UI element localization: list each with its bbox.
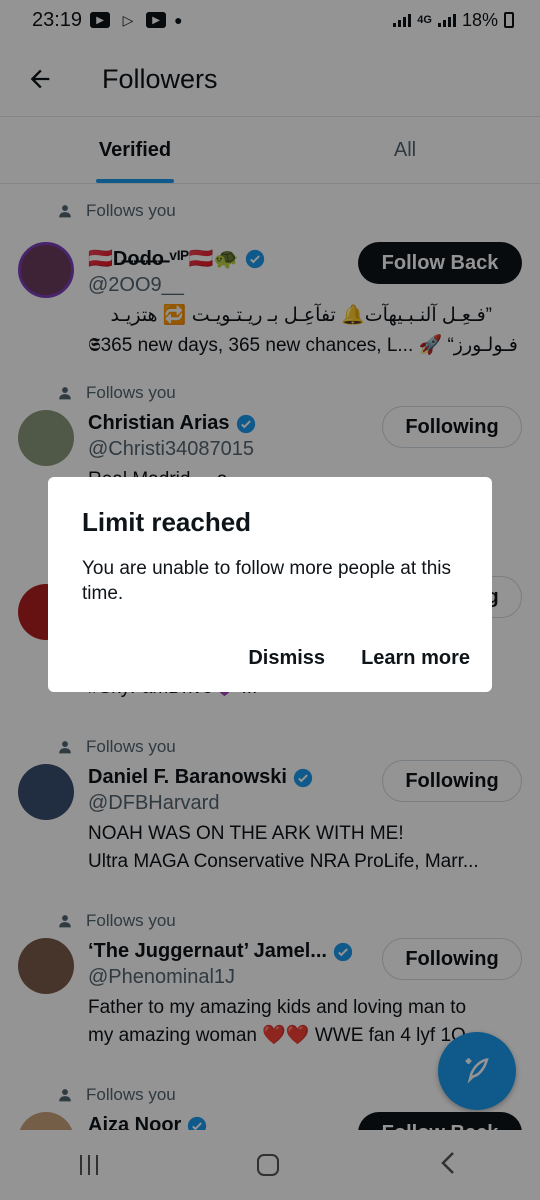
- limit-reached-dialog: Limit reached You are unable to follow m…: [48, 477, 492, 692]
- dialog-title: Limit reached: [82, 507, 252, 537]
- dismiss-button[interactable]: Dismiss: [248, 647, 325, 670]
- dialog-message: You are unable to follow more people at …: [82, 558, 451, 604]
- learn-more-button[interactable]: Learn more: [361, 647, 470, 670]
